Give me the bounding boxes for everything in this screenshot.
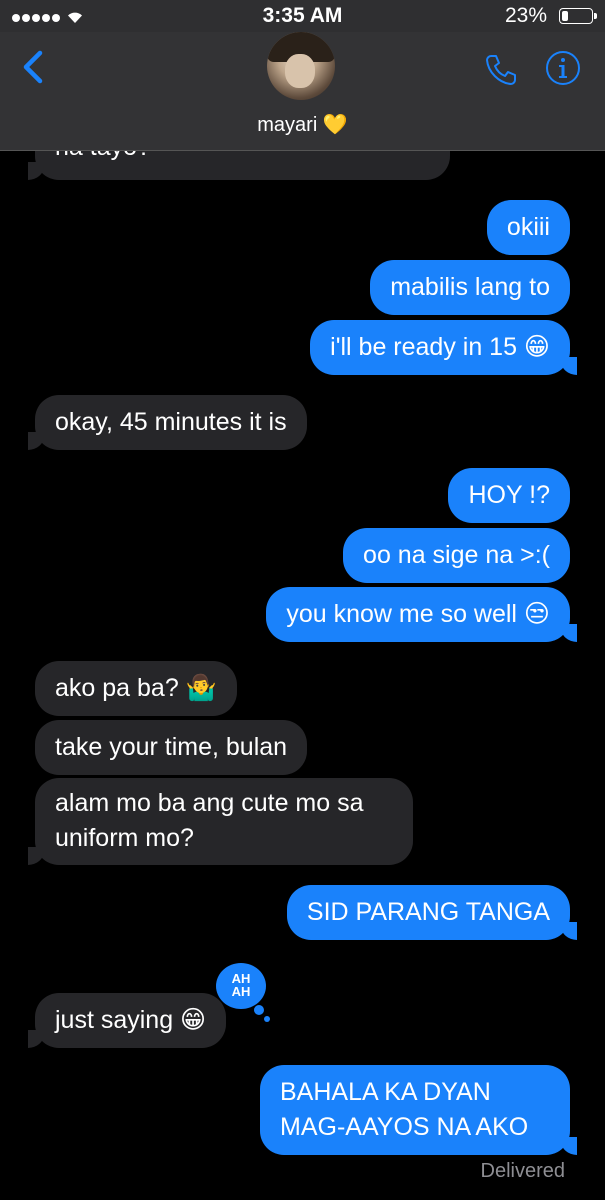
back-chevron-icon[interactable]: [18, 50, 48, 84]
message-received[interactable]: take your time, bulan: [35, 720, 308, 775]
status-bar: 3:35 AM 23%: [0, 0, 605, 32]
message-text: SID PARANG TANGA: [306, 898, 550, 926]
message-text: okiii: [506, 213, 550, 241]
message-text: just saying 😁: [55, 1006, 207, 1034]
message-text: you know me so well 😒: [286, 600, 550, 628]
message-sent[interactable]: oo na sige na >:(: [343, 528, 570, 583]
delivered-status: Delivered: [480, 1160, 565, 1182]
message-text: HOY !?: [468, 481, 550, 509]
message-received[interactable]: ako pa ba? 🤷‍♂️: [35, 661, 237, 716]
battery-icon: [559, 8, 597, 24]
message-sent[interactable]: you know me so well 😒: [266, 587, 577, 642]
message-received[interactable]: just saying 😁: [27, 993, 227, 1048]
battery-percentage: 23%: [504, 4, 547, 27]
message-received[interactable]: okay, 45 minutes it is: [28, 395, 307, 450]
info-icon[interactable]: [545, 50, 581, 86]
reaction-bubble-dot: [264, 1016, 270, 1022]
message-text: take your time, bulan: [55, 733, 288, 761]
heart-emoji: 💛: [322, 114, 348, 136]
phone-icon[interactable]: [483, 52, 519, 88]
reaction-bubble-dot: [254, 1005, 264, 1015]
conversation-header: mayari 💛: [0, 32, 605, 151]
message-sent[interactable]: i'll be ready in 15 😁: [310, 320, 577, 375]
contact-name[interactable]: mayari 💛: [0, 112, 605, 137]
contact-avatar[interactable]: [267, 32, 335, 100]
message-received[interactable]: alam mo ba ang cute mo sa uniform mo?: [28, 778, 413, 865]
message-text: alam mo ba ang cute mo sa uniform mo?: [55, 789, 364, 852]
message-text: okay, 45 minutes it is: [55, 408, 287, 436]
message-thread[interactable]: na tayo? okiii mabilis lang to i'll be r…: [0, 0, 605, 1200]
message-text: BAHALA KA DYAN MAG-AAYOS NA AKO: [280, 1078, 529, 1141]
message-sent[interactable]: BAHALA KA DYAN MAG-AAYOS NA AKO: [260, 1065, 577, 1155]
message-sent[interactable]: okiii: [486, 200, 570, 255]
message-text: oo na sige na >:(: [363, 541, 550, 569]
message-text: ako pa ba? 🤷‍♂️: [55, 674, 217, 702]
message-text: mabilis lang to: [390, 273, 550, 301]
reaction-label: AH AH: [231, 971, 251, 999]
message-sent[interactable]: HOY !?: [448, 468, 570, 523]
message-text: i'll be ready in 15 😁: [330, 333, 550, 361]
message-sent[interactable]: SID PARANG TANGA: [286, 885, 578, 940]
message-sent[interactable]: mabilis lang to: [370, 260, 570, 315]
haha-reaction-badge[interactable]: AH AH: [216, 963, 270, 1022]
contact-name-text: mayari: [257, 114, 318, 136]
